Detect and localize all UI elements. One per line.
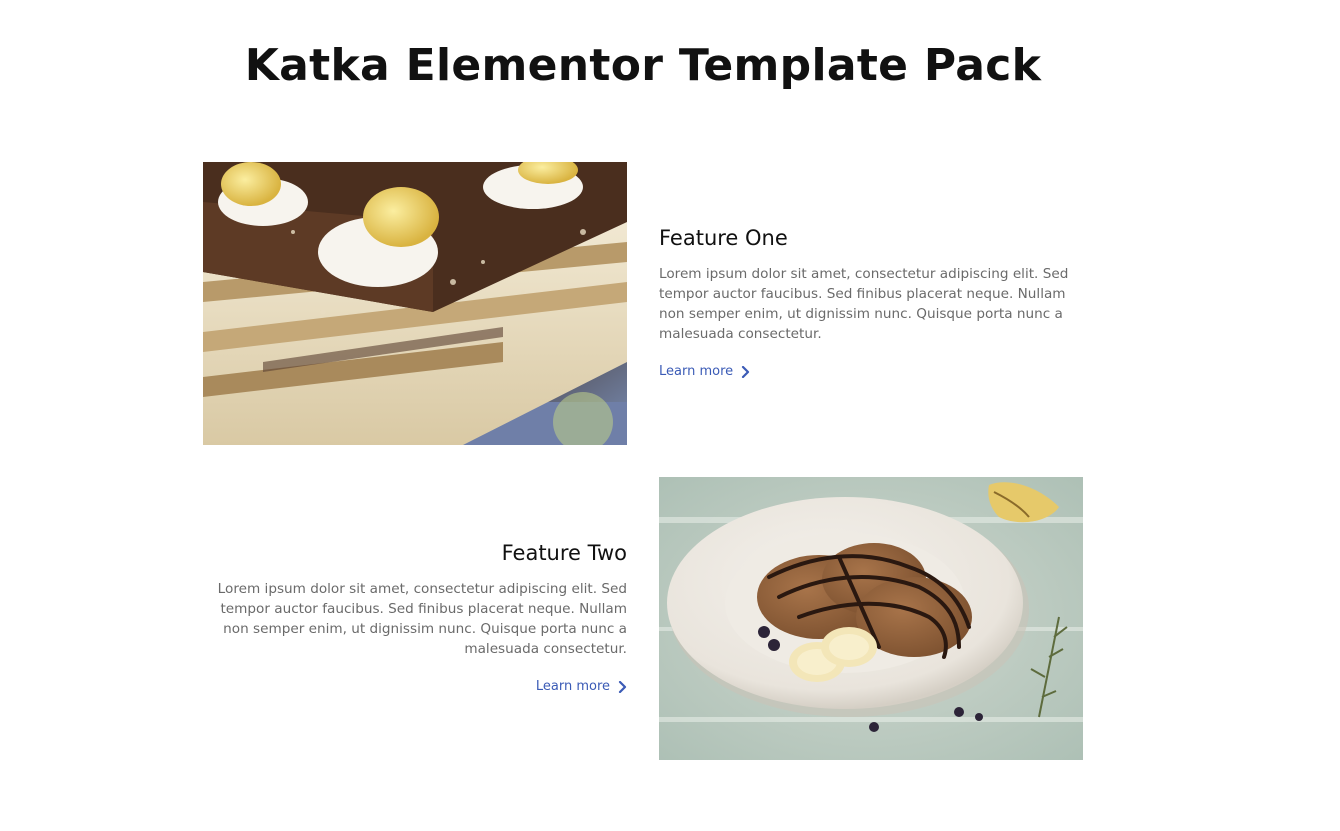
chevron-right-icon — [742, 366, 750, 378]
learn-more-label: Learn more — [659, 364, 734, 379]
feature-two-image — [659, 477, 1083, 760]
feature-one-heading: Feature One — [659, 226, 788, 250]
feature-two: Feature Two Lorem ipsum dolor sit amet, … — [203, 539, 627, 696]
feature-one: Feature One Lorem ipsum dolor sit amet, … — [659, 224, 1083, 381]
page-title: Katka Elementor Template Pack — [244, 40, 1042, 91]
feature-one-image — [203, 162, 627, 445]
chevron-right-icon — [618, 681, 627, 693]
feature-one-body: Lorem ipsum dolor sit amet, consectetur … — [659, 266, 1069, 342]
feature-two-learn-more-link[interactable]: Learn more — [536, 678, 627, 696]
feature-two-body: Lorem ipsum dolor sit amet, consectetur … — [217, 581, 627, 657]
learn-more-label: Learn more — [535, 679, 610, 694]
feature-one-learn-more-link[interactable]: Learn more — [659, 363, 750, 381]
feature-two-heading: Feature Two — [501, 541, 627, 565]
